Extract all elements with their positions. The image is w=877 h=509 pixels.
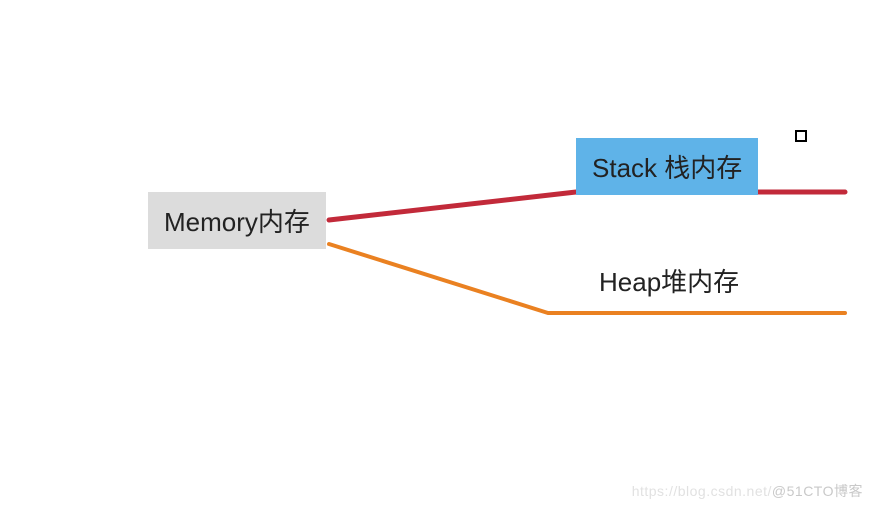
root-node-memory[interactable]: Memory内存	[148, 192, 326, 249]
node-stack[interactable]: Stack 栈内存	[576, 138, 758, 195]
watermark-left: https://blog.csdn.net/	[632, 483, 772, 499]
node-heap[interactable]: Heap堆内存	[599, 262, 739, 299]
watermark: https://blog.csdn.net/@51CTO博客	[632, 481, 863, 501]
connector-layer	[0, 0, 877, 509]
selection-handle-icon[interactable]	[795, 130, 807, 142]
connector-heap	[329, 244, 845, 313]
connector-stack	[329, 192, 845, 220]
watermark-right: @51CTO博客	[772, 483, 863, 499]
